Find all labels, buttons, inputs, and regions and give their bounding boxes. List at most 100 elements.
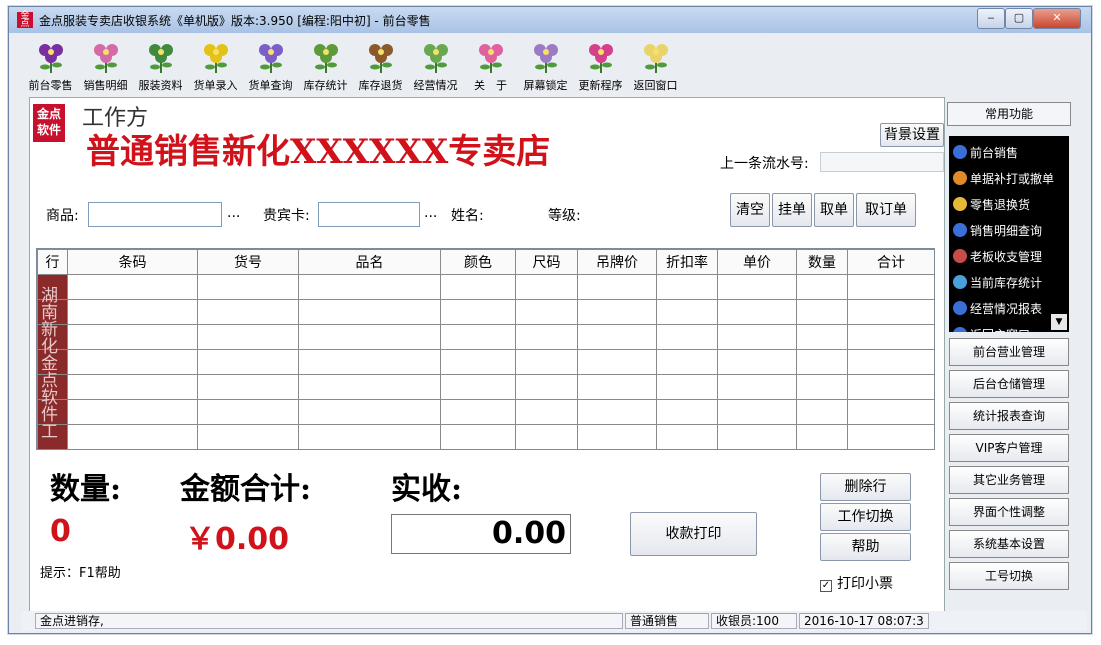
table-cell[interactable]: [847, 299, 934, 325]
vip-browse-button[interactable]: ...: [424, 205, 437, 221]
table-cell[interactable]: [796, 324, 848, 350]
table-cell[interactable]: [67, 274, 198, 300]
sidebar-button[interactable]: 工号切换: [949, 562, 1069, 590]
column-header[interactable]: 合计: [847, 249, 934, 275]
table-cell[interactable]: [717, 349, 797, 375]
table-row[interactable]: [37, 374, 934, 400]
toolbar-button-10[interactable]: 更新程序: [573, 39, 628, 95]
table-cell[interactable]: [577, 324, 657, 350]
toolbar-button-8[interactable]: 关 于: [463, 39, 518, 95]
table-cell[interactable]: [847, 424, 934, 449]
table-cell[interactable]: [515, 424, 578, 449]
table-cell[interactable]: [298, 374, 441, 400]
table-cell[interactable]: [847, 274, 934, 300]
sidebar-button[interactable]: 系统基本设置: [949, 530, 1069, 558]
column-header[interactable]: 品名: [298, 249, 441, 275]
table-cell[interactable]: [440, 274, 516, 300]
table-cell[interactable]: [847, 324, 934, 350]
table-cell[interactable]: [440, 349, 516, 375]
table-cell[interactable]: [298, 274, 441, 300]
table-cell[interactable]: [298, 299, 441, 325]
column-header[interactable]: 货号: [197, 249, 299, 275]
table-cell[interactable]: [656, 299, 718, 325]
toolbar-button-6[interactable]: 库存退货: [353, 39, 408, 95]
table-cell[interactable]: [515, 399, 578, 425]
table-cell[interactable]: [796, 349, 848, 375]
table-row[interactable]: [37, 424, 934, 449]
table-cell[interactable]: [67, 374, 198, 400]
toolbar-button-1[interactable]: 销售明细: [78, 39, 133, 95]
scroll-down-icon[interactable]: ▼: [1051, 314, 1067, 330]
table-cell[interactable]: [577, 274, 657, 300]
table-cell[interactable]: [656, 399, 718, 425]
received-amount-input[interactable]: 0.00: [391, 514, 571, 554]
table-cell[interactable]: [717, 374, 797, 400]
table-cell[interactable]: [440, 299, 516, 325]
sidebar-item[interactable]: 经营情况报表: [953, 298, 1042, 318]
common-functions-list[interactable]: 返回主窗口 经营情况报表当前库存统计老板收支管理销售明细查询零售退换货 单据补打或撤…: [949, 136, 1069, 332]
product-input[interactable]: [88, 202, 222, 227]
column-header[interactable]: 单价: [717, 249, 797, 275]
table-cell[interactable]: [197, 299, 299, 325]
column-header[interactable]: 尺码: [515, 249, 578, 275]
sidebar-button[interactable]: 前台营业管理: [949, 338, 1069, 366]
table-cell[interactable]: [298, 349, 441, 375]
sidebar-item[interactable]: 销售明细查询: [953, 220, 1042, 240]
table-cell[interactable]: [847, 399, 934, 425]
table-cell[interactable]: [515, 349, 578, 375]
table-row[interactable]: [37, 299, 934, 325]
table-row[interactable]: [37, 349, 934, 375]
sidebar-button[interactable]: 后台仓储管理: [949, 370, 1069, 398]
sidebar-item[interactable]: 单据补打或撤单: [953, 168, 1054, 188]
table-row[interactable]: [37, 274, 934, 300]
table-cell[interactable]: [656, 349, 718, 375]
table-cell[interactable]: [577, 424, 657, 449]
close-icon[interactable]: ✕: [1033, 8, 1081, 29]
table-cell[interactable]: [796, 424, 848, 449]
toolbar-button-7[interactable]: 经营情况: [408, 39, 463, 95]
table-cell[interactable]: [796, 299, 848, 325]
toolbar-button-2[interactable]: 服装资料: [133, 39, 188, 95]
sidebar-item[interactable]: 老板收支管理: [953, 246, 1042, 266]
table-cell[interactable]: [656, 274, 718, 300]
table-cell[interactable]: [197, 274, 299, 300]
table-cell[interactable]: [796, 274, 848, 300]
product-browse-button[interactable]: ...: [227, 205, 240, 221]
column-header[interactable]: 颜色: [440, 249, 516, 275]
table-cell[interactable]: [197, 324, 299, 350]
table-cell[interactable]: [197, 424, 299, 449]
table-cell[interactable]: [197, 399, 299, 425]
sidebar-item[interactable]: 当前库存统计: [953, 272, 1042, 292]
toolbar-button-5[interactable]: 库存统计: [298, 39, 353, 95]
table-cell[interactable]: [796, 399, 848, 425]
sales-table[interactable]: 行条码 货号 品名 颜色 尺码 吊牌价 折扣率 单价 数量 合计: [36, 248, 935, 450]
table-row[interactable]: [37, 399, 934, 425]
table-cell[interactable]: [440, 424, 516, 449]
minimize-icon[interactable]: ‒: [977, 8, 1005, 29]
retrieve-order-button[interactable]: 取单: [814, 193, 854, 227]
sidebar-item[interactable]: 返回主窗口: [953, 324, 1030, 332]
print-ticket-checkbox[interactable]: ✓ 打印小票: [820, 573, 893, 593]
retrieve-booking-button[interactable]: 取订单: [856, 193, 916, 227]
sidebar-button[interactable]: 统计报表查询: [949, 402, 1069, 430]
table-cell[interactable]: [717, 424, 797, 449]
table-cell[interactable]: [717, 399, 797, 425]
table-cell[interactable]: [298, 424, 441, 449]
table-cell[interactable]: [67, 299, 198, 325]
help-button[interactable]: 帮助: [820, 533, 911, 561]
vip-card-input[interactable]: [318, 202, 420, 227]
table-cell[interactable]: [67, 349, 198, 375]
column-header[interactable]: 吊牌价: [577, 249, 657, 275]
sidebar-button[interactable]: VIP客户管理: [949, 434, 1069, 462]
background-settings-button[interactable]: 背景设置: [880, 123, 944, 147]
table-cell[interactable]: [67, 324, 198, 350]
clear-button[interactable]: 清空: [730, 193, 770, 227]
sidebar-button[interactable]: 界面个性调整: [949, 498, 1069, 526]
toolbar-button-0[interactable]: 前台零售: [23, 39, 78, 95]
table-cell[interactable]: [298, 399, 441, 425]
table-cell[interactable]: [515, 324, 578, 350]
table-cell[interactable]: [717, 299, 797, 325]
toolbar-button-3[interactable]: 货单录入: [188, 39, 243, 95]
table-cell[interactable]: [796, 374, 848, 400]
switch-work-button[interactable]: 工作切换: [820, 503, 911, 531]
